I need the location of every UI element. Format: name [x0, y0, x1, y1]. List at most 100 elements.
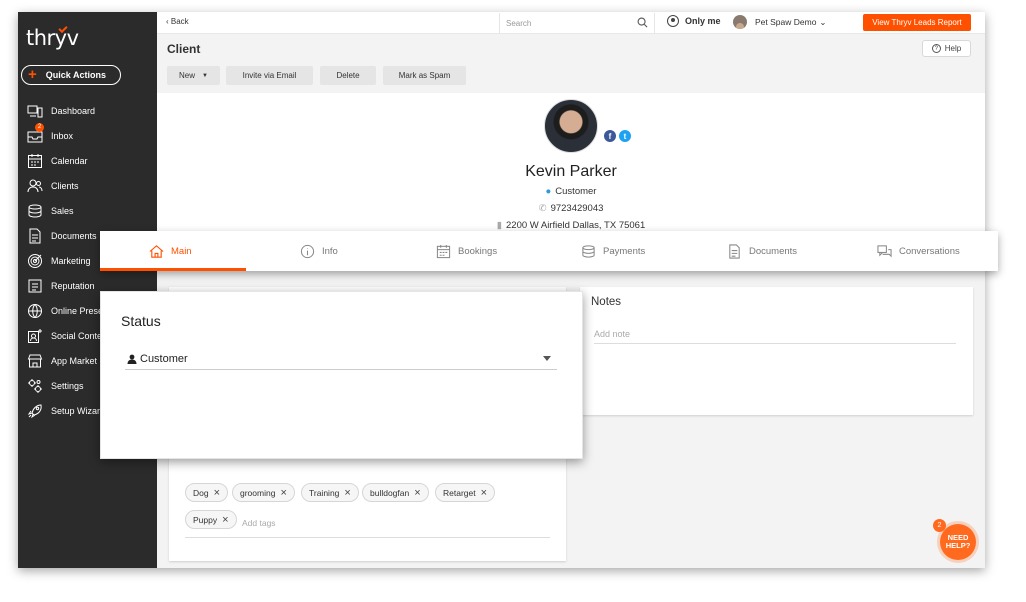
app-window: thryv + Quick Actions Dashboard 2 Inbox …: [18, 12, 985, 568]
sidebar-item-label: Calendar: [51, 155, 88, 166]
search-input[interactable]: [506, 16, 626, 30]
inbox-count-badge: 2: [35, 122, 44, 132]
tab-label: Payments: [603, 245, 646, 257]
only-me-label: Only me: [685, 16, 721, 26]
search-box: [499, 13, 655, 33]
tab-main[interactable]: Main: [149, 231, 192, 271]
new-label: New: [179, 71, 196, 80]
sidebar-item-label: Sales: [51, 205, 74, 216]
sidebar-item-clients[interactable]: Clients: [18, 173, 157, 198]
tab-label: Bookings: [458, 245, 498, 257]
top-bar: ‹ Back Only me Pet Spaw Demo ⌄ View Thry…: [157, 12, 985, 34]
document-icon: [729, 243, 740, 259]
home-icon: [149, 244, 164, 258]
quick-actions-button[interactable]: + Quick Actions: [21, 65, 121, 85]
store-icon: [18, 353, 51, 369]
person-icon: ●: [545, 186, 552, 197]
notes-title: Notes: [591, 296, 622, 308]
person-icon: [127, 354, 137, 364]
close-icon[interactable]: ×: [414, 487, 420, 499]
account-name: Pet Spaw Demo: [755, 17, 817, 27]
sidebar-item-sales[interactable]: Sales: [18, 198, 157, 223]
info-icon: [300, 244, 315, 258]
thryv-logo: thryv: [26, 26, 79, 50]
sidebar-item-label: Inbox: [51, 130, 74, 141]
tab-label: Documents: [749, 245, 798, 257]
building-icon: ▮: [496, 220, 502, 231]
view-leads-report-button[interactable]: View Thryv Leads Report: [863, 14, 971, 31]
tag-label: bulldogfan: [370, 487, 410, 498]
sidebar-item-label: Documents: [51, 230, 97, 241]
avatar: [733, 15, 747, 29]
only-me-toggle[interactable]: Only me: [667, 15, 721, 27]
twitter-icon[interactable]: t: [619, 130, 631, 142]
chevron-down-icon: ⌄: [819, 16, 827, 27]
marketing-icon: [18, 253, 51, 269]
tag-label: grooming: [240, 487, 276, 498]
clients-icon: [18, 178, 51, 194]
social-icon: [18, 328, 51, 344]
reputation-icon: [18, 278, 51, 294]
tab-conversations[interactable]: Conversations: [877, 231, 960, 271]
tab-label: Info: [322, 245, 338, 257]
sidebar-item-label: Dashboard: [51, 105, 96, 116]
visibility-icon: [667, 15, 679, 27]
tab-documents[interactable]: Documents: [727, 231, 797, 271]
tag-chip[interactable]: Training ×: [301, 483, 359, 502]
divider: [185, 537, 550, 538]
invite-via-email-button[interactable]: Invite via Email: [226, 66, 313, 85]
delete-button[interactable]: Delete: [320, 66, 376, 85]
add-tags-input[interactable]: [242, 515, 342, 531]
client-type-label: Customer: [555, 186, 597, 197]
tab-payments[interactable]: Payments: [581, 231, 645, 271]
sidebar-item-label: Clients: [51, 180, 79, 191]
caret-down-icon: [543, 356, 551, 361]
tag-chip[interactable]: Dog ×: [185, 483, 229, 502]
mark-as-spam-button[interactable]: Mark as Spam: [383, 66, 466, 85]
notes-input[interactable]: [594, 324, 956, 344]
payments-icon: [582, 244, 595, 258]
help-label: Help: [944, 44, 962, 53]
tag-chip[interactable]: grooming ×: [232, 483, 295, 502]
status-select[interactable]: Customer: [125, 349, 557, 370]
calendar-icon: [18, 153, 51, 169]
close-icon[interactable]: ×: [344, 487, 350, 499]
tag-label: Dog: [193, 487, 209, 498]
calendar-icon: [436, 244, 451, 258]
help-button[interactable]: ? Help: [922, 40, 971, 57]
need-help-badge: 2: [933, 519, 946, 532]
tab-label: Main: [171, 245, 192, 257]
sidebar-item-label: Social Conte: [51, 330, 103, 341]
tab-info[interactable]: Info: [300, 231, 338, 271]
facebook-icon[interactable]: f: [604, 130, 616, 142]
inbox-icon: 2: [18, 122, 51, 144]
sidebar-item-inbox[interactable]: 2 Inbox: [18, 122, 157, 148]
sidebar-item-label: Reputation: [51, 280, 95, 291]
tag-chip[interactable]: Retarget ×: [435, 483, 496, 502]
question-circle-icon: ?: [931, 44, 941, 53]
tag-label: Training: [309, 487, 340, 498]
tab-bookings[interactable]: Bookings: [436, 231, 497, 271]
sidebar-item-label: Online Prese: [51, 305, 104, 316]
client-address: ▮ 2200 W Airfield Dallas, TX 75061: [157, 220, 985, 231]
rocket-icon: [18, 403, 51, 419]
new-button[interactable]: New ▼: [167, 66, 220, 85]
search-icon[interactable]: [637, 17, 648, 28]
close-icon[interactable]: ×: [222, 514, 228, 526]
client-phone: ✆ 9723429043: [157, 203, 985, 214]
back-link[interactable]: ‹ Back: [166, 17, 189, 26]
close-icon[interactable]: ×: [481, 487, 487, 499]
client-avatar: [544, 99, 598, 153]
tag-label: Puppy: [193, 514, 218, 525]
close-icon[interactable]: ×: [214, 487, 220, 499]
sidebar-item-label: Settings: [51, 380, 84, 391]
sidebar-item-dashboard[interactable]: Dashboard: [18, 98, 157, 123]
sidebar-item-label: App Market: [51, 355, 98, 366]
need-help-button[interactable]: NEED HELP?: [940, 524, 976, 560]
client-profile-card: f t Kevin Parker ● Customer ✆ 9723429043 ▮…: [157, 93, 985, 243]
close-icon[interactable]: ×: [280, 487, 286, 499]
tag-chip[interactable]: Puppy ×: [185, 510, 237, 529]
sidebar-item-calendar[interactable]: Calendar: [18, 148, 157, 173]
tag-chip[interactable]: bulldogfan ×: [362, 483, 429, 502]
account-menu[interactable]: Pet Spaw Demo ⌄: [733, 15, 827, 29]
